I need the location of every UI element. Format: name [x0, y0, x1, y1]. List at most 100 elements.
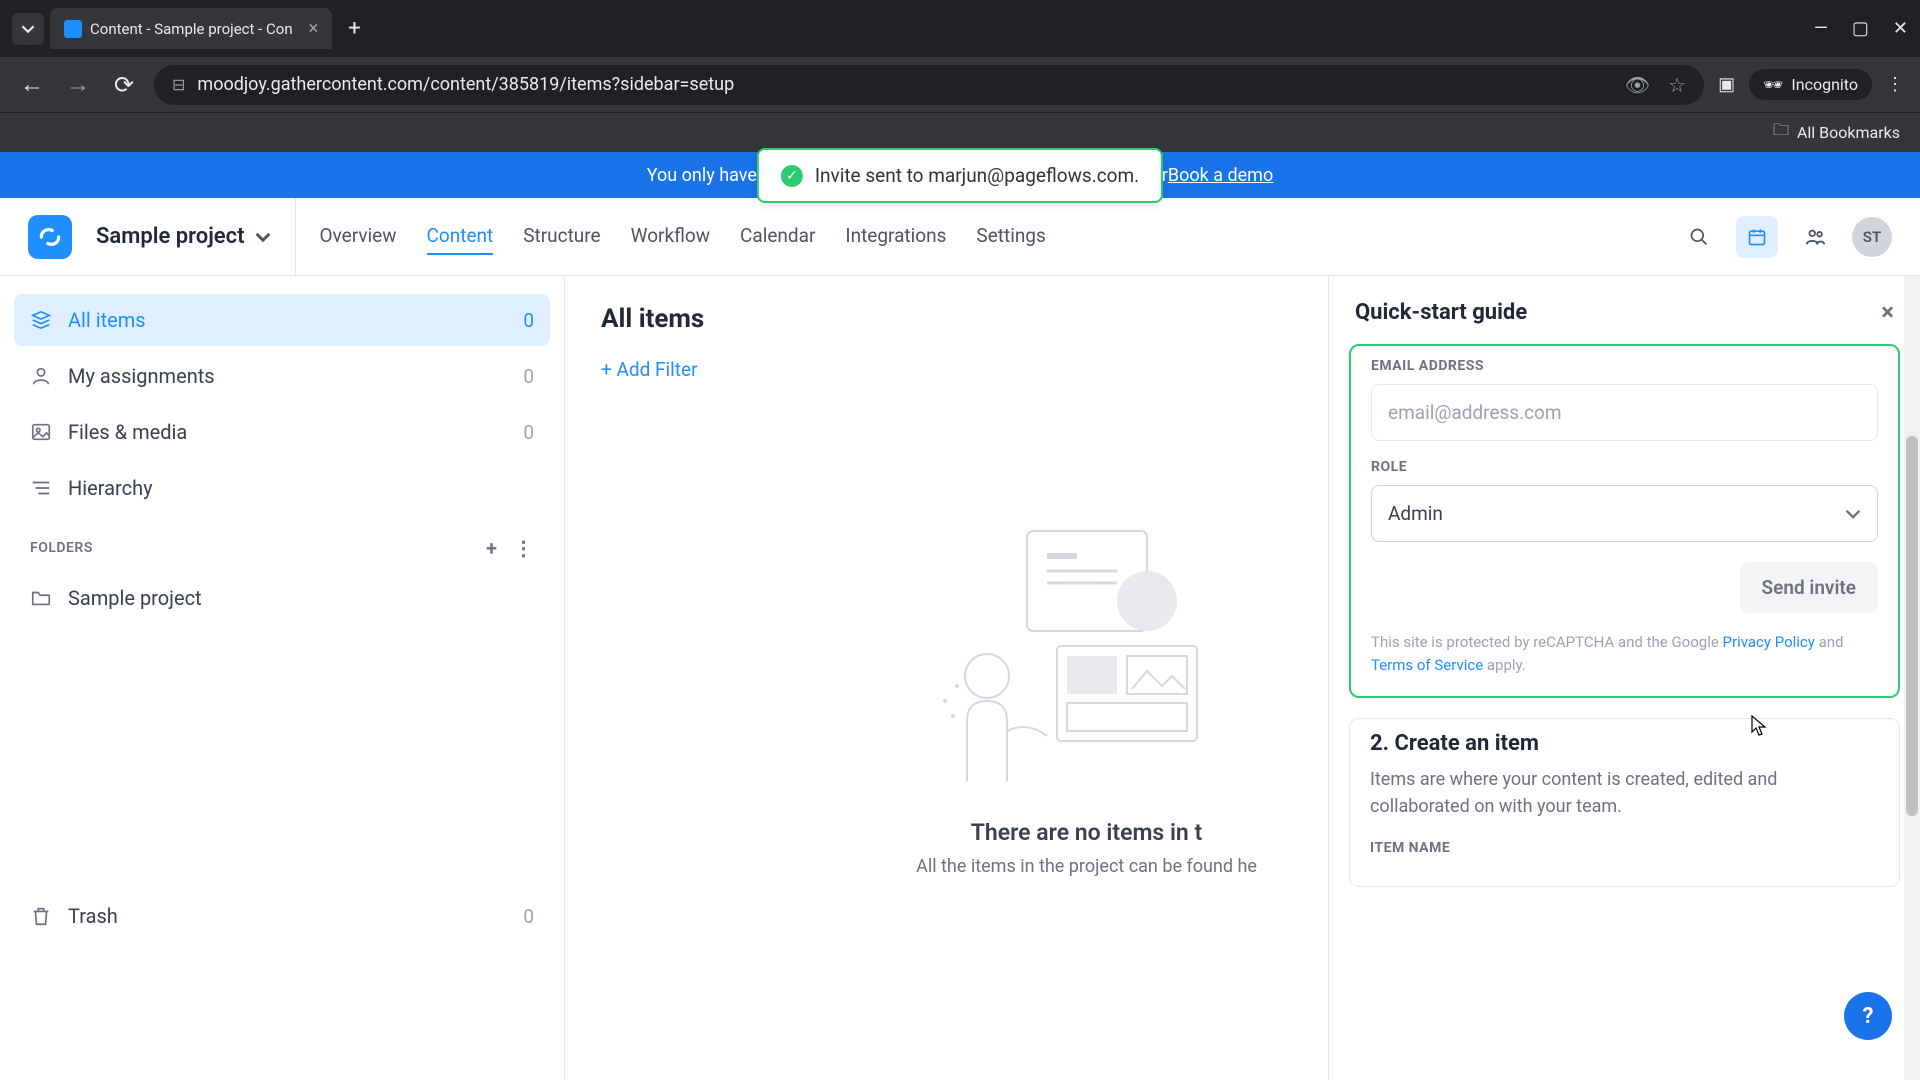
gathercontent-logo[interactable]	[28, 215, 72, 259]
nav-settings[interactable]: Settings	[976, 218, 1045, 255]
step2-title: 2. Create an item	[1370, 731, 1879, 756]
chevron-down-icon	[1845, 506, 1861, 522]
nav-content[interactable]: Content	[427, 218, 494, 255]
folders-label: FOLDERS	[30, 540, 93, 556]
all-bookmarks-link[interactable]: All Bookmarks	[1797, 123, 1900, 142]
sidebar-item-trash[interactable]: Trash 0	[14, 890, 550, 942]
url-text: moodjoy.gathercontent.com/content/385819…	[197, 74, 734, 95]
toast-message: Invite sent to marjun@pageflows.com.	[815, 164, 1139, 187]
folders-header: FOLDERS + ⋮	[14, 518, 550, 568]
project-name: Sample project	[96, 224, 245, 249]
people-button[interactable]	[1794, 216, 1836, 258]
calendar-icon	[1747, 227, 1767, 247]
quick-start-panel: Quick-start guide × EMAIL ADDRESS ROLE A…	[1328, 276, 1920, 1080]
toast-success: ✓ Invite sent to marjun@pageflows.com.	[757, 148, 1163, 203]
forward-button[interactable]: →	[62, 70, 94, 99]
help-button[interactable]: ?	[1844, 992, 1892, 1040]
step2-description: Items are where your content is created,…	[1370, 766, 1879, 820]
help-icon: ?	[1863, 1004, 1874, 1029]
user-avatar[interactable]: ST	[1852, 217, 1892, 257]
people-icon	[1804, 226, 1826, 248]
empty-illustration-icon	[917, 511, 1257, 791]
send-invite-button[interactable]: Send invite	[1740, 562, 1878, 613]
empty-title: There are no items in t	[807, 819, 1329, 846]
item-name-field-label: ITEM NAME	[1370, 840, 1879, 856]
role-select[interactable]: Admin	[1371, 485, 1878, 542]
sidebar-item-my-assignments[interactable]: My assignments 0	[14, 350, 550, 402]
sidebar-item-files-media[interactable]: Files & media 0	[14, 406, 550, 458]
tab-close-icon[interactable]: ×	[309, 18, 319, 39]
user-icon	[30, 365, 52, 387]
step-invite-card: EMAIL ADDRESS ROLE Admin Send invite Thi…	[1349, 344, 1900, 698]
chevron-down-icon	[255, 229, 271, 245]
role-field-label: ROLE	[1371, 459, 1878, 475]
eye-off-icon[interactable]: 👁	[1625, 73, 1650, 97]
trial-banner: You only have 1 or Book a demo ✓ Invite …	[0, 152, 1920, 198]
add-folder-button[interactable]: +	[486, 536, 498, 560]
scrollbar-thumb[interactable]	[1906, 436, 1918, 816]
sidebar-item-label: Files & media	[68, 420, 187, 444]
incognito-icon: 🕶	[1763, 75, 1783, 94]
nav-structure[interactable]: Structure	[523, 218, 600, 255]
address-bar[interactable]: ⊟ moodjoy.gathercontent.com/content/3858…	[154, 65, 1704, 105]
empty-subtitle: All the items in the project can be foun…	[807, 856, 1329, 877]
quick-start-body[interactable]: EMAIL ADDRESS ROLE Admin Send invite Thi…	[1329, 344, 1920, 1080]
nav-integrations[interactable]: Integrations	[845, 218, 946, 255]
folder-icon: 🗀	[1773, 119, 1789, 146]
minimize-icon[interactable]: —	[1814, 18, 1828, 39]
maximize-icon[interactable]: ▢	[1852, 18, 1869, 39]
book-demo-link[interactable]: Book a demo	[1168, 165, 1273, 186]
sidebar-folder-item[interactable]: Sample project	[14, 572, 550, 624]
close-window-icon[interactable]: ✕	[1893, 18, 1908, 39]
terms-of-service-link[interactable]: Terms of Service	[1371, 656, 1483, 674]
trash-count: 0	[523, 905, 534, 928]
nav-overview[interactable]: Overview	[320, 218, 397, 255]
quick-start-title: Quick-start guide	[1355, 300, 1527, 325]
folder-menu-button[interactable]: ⋮	[514, 536, 535, 560]
browser-tab[interactable]: Content - Sample project - Con ×	[50, 8, 332, 49]
back-button[interactable]: ←	[16, 70, 48, 99]
logo-icon	[37, 224, 63, 250]
main-content: All items + Add Filter	[565, 276, 1328, 1080]
email-input[interactable]	[1371, 384, 1878, 441]
hierarchy-icon	[30, 477, 52, 499]
app-header: Sample project Overview Content Structur…	[0, 198, 1920, 276]
add-filter-button[interactable]: + Add Filter	[601, 358, 698, 381]
stack-icon	[30, 309, 52, 331]
sidebar-item-label: Hierarchy	[68, 476, 153, 500]
folder-label: Sample project	[68, 586, 202, 610]
calendar-button[interactable]	[1736, 216, 1778, 258]
star-icon[interactable]: ☆	[1668, 73, 1686, 97]
side-panel-icon[interactable]: ▣	[1718, 74, 1735, 95]
browser-toolbar: ← → ⟳ ⊟ moodjoy.gathercontent.com/conten…	[0, 57, 1920, 112]
trash-label: Trash	[68, 904, 118, 928]
kebab-icon[interactable]: ⋮	[1886, 74, 1904, 95]
favicon-icon	[64, 20, 82, 38]
close-icon[interactable]: ×	[1881, 298, 1894, 326]
project-switcher[interactable]: Sample project	[96, 198, 296, 275]
email-field-label: EMAIL ADDRESS	[1371, 358, 1878, 374]
reload-button[interactable]: ⟳	[108, 71, 140, 99]
main-nav: Overview Content Structure Workflow Cale…	[320, 218, 1046, 255]
search-icon	[1689, 227, 1709, 247]
site-info-icon[interactable]: ⊟	[172, 75, 185, 94]
sidebar-item-count: 0	[523, 421, 534, 444]
scrollbar-track[interactable]	[1904, 276, 1920, 1080]
incognito-label: Incognito	[1791, 75, 1858, 94]
sidebar-item-all-items[interactable]: All items 0	[14, 294, 550, 346]
content-title: All items	[601, 304, 1292, 334]
sidebar-item-label: All items	[68, 308, 146, 332]
nav-workflow[interactable]: Workflow	[631, 218, 710, 255]
incognito-badge[interactable]: 🕶 Incognito	[1749, 69, 1872, 100]
sidebar: All items 0 My assignments 0 Files & med…	[0, 276, 565, 1080]
tab-search-dropdown[interactable]	[12, 13, 44, 45]
sidebar-item-count: 0	[523, 365, 534, 388]
sidebar-item-hierarchy[interactable]: Hierarchy	[14, 462, 550, 514]
privacy-policy-link[interactable]: Privacy Policy	[1723, 633, 1815, 651]
chevron-down-icon	[21, 22, 35, 36]
new-tab-button[interactable]: +	[338, 16, 370, 41]
search-button[interactable]	[1678, 216, 1720, 258]
folder-icon	[30, 587, 52, 609]
nav-calendar[interactable]: Calendar	[740, 218, 815, 255]
bookmarks-bar: 🗀 All Bookmarks	[0, 112, 1920, 152]
